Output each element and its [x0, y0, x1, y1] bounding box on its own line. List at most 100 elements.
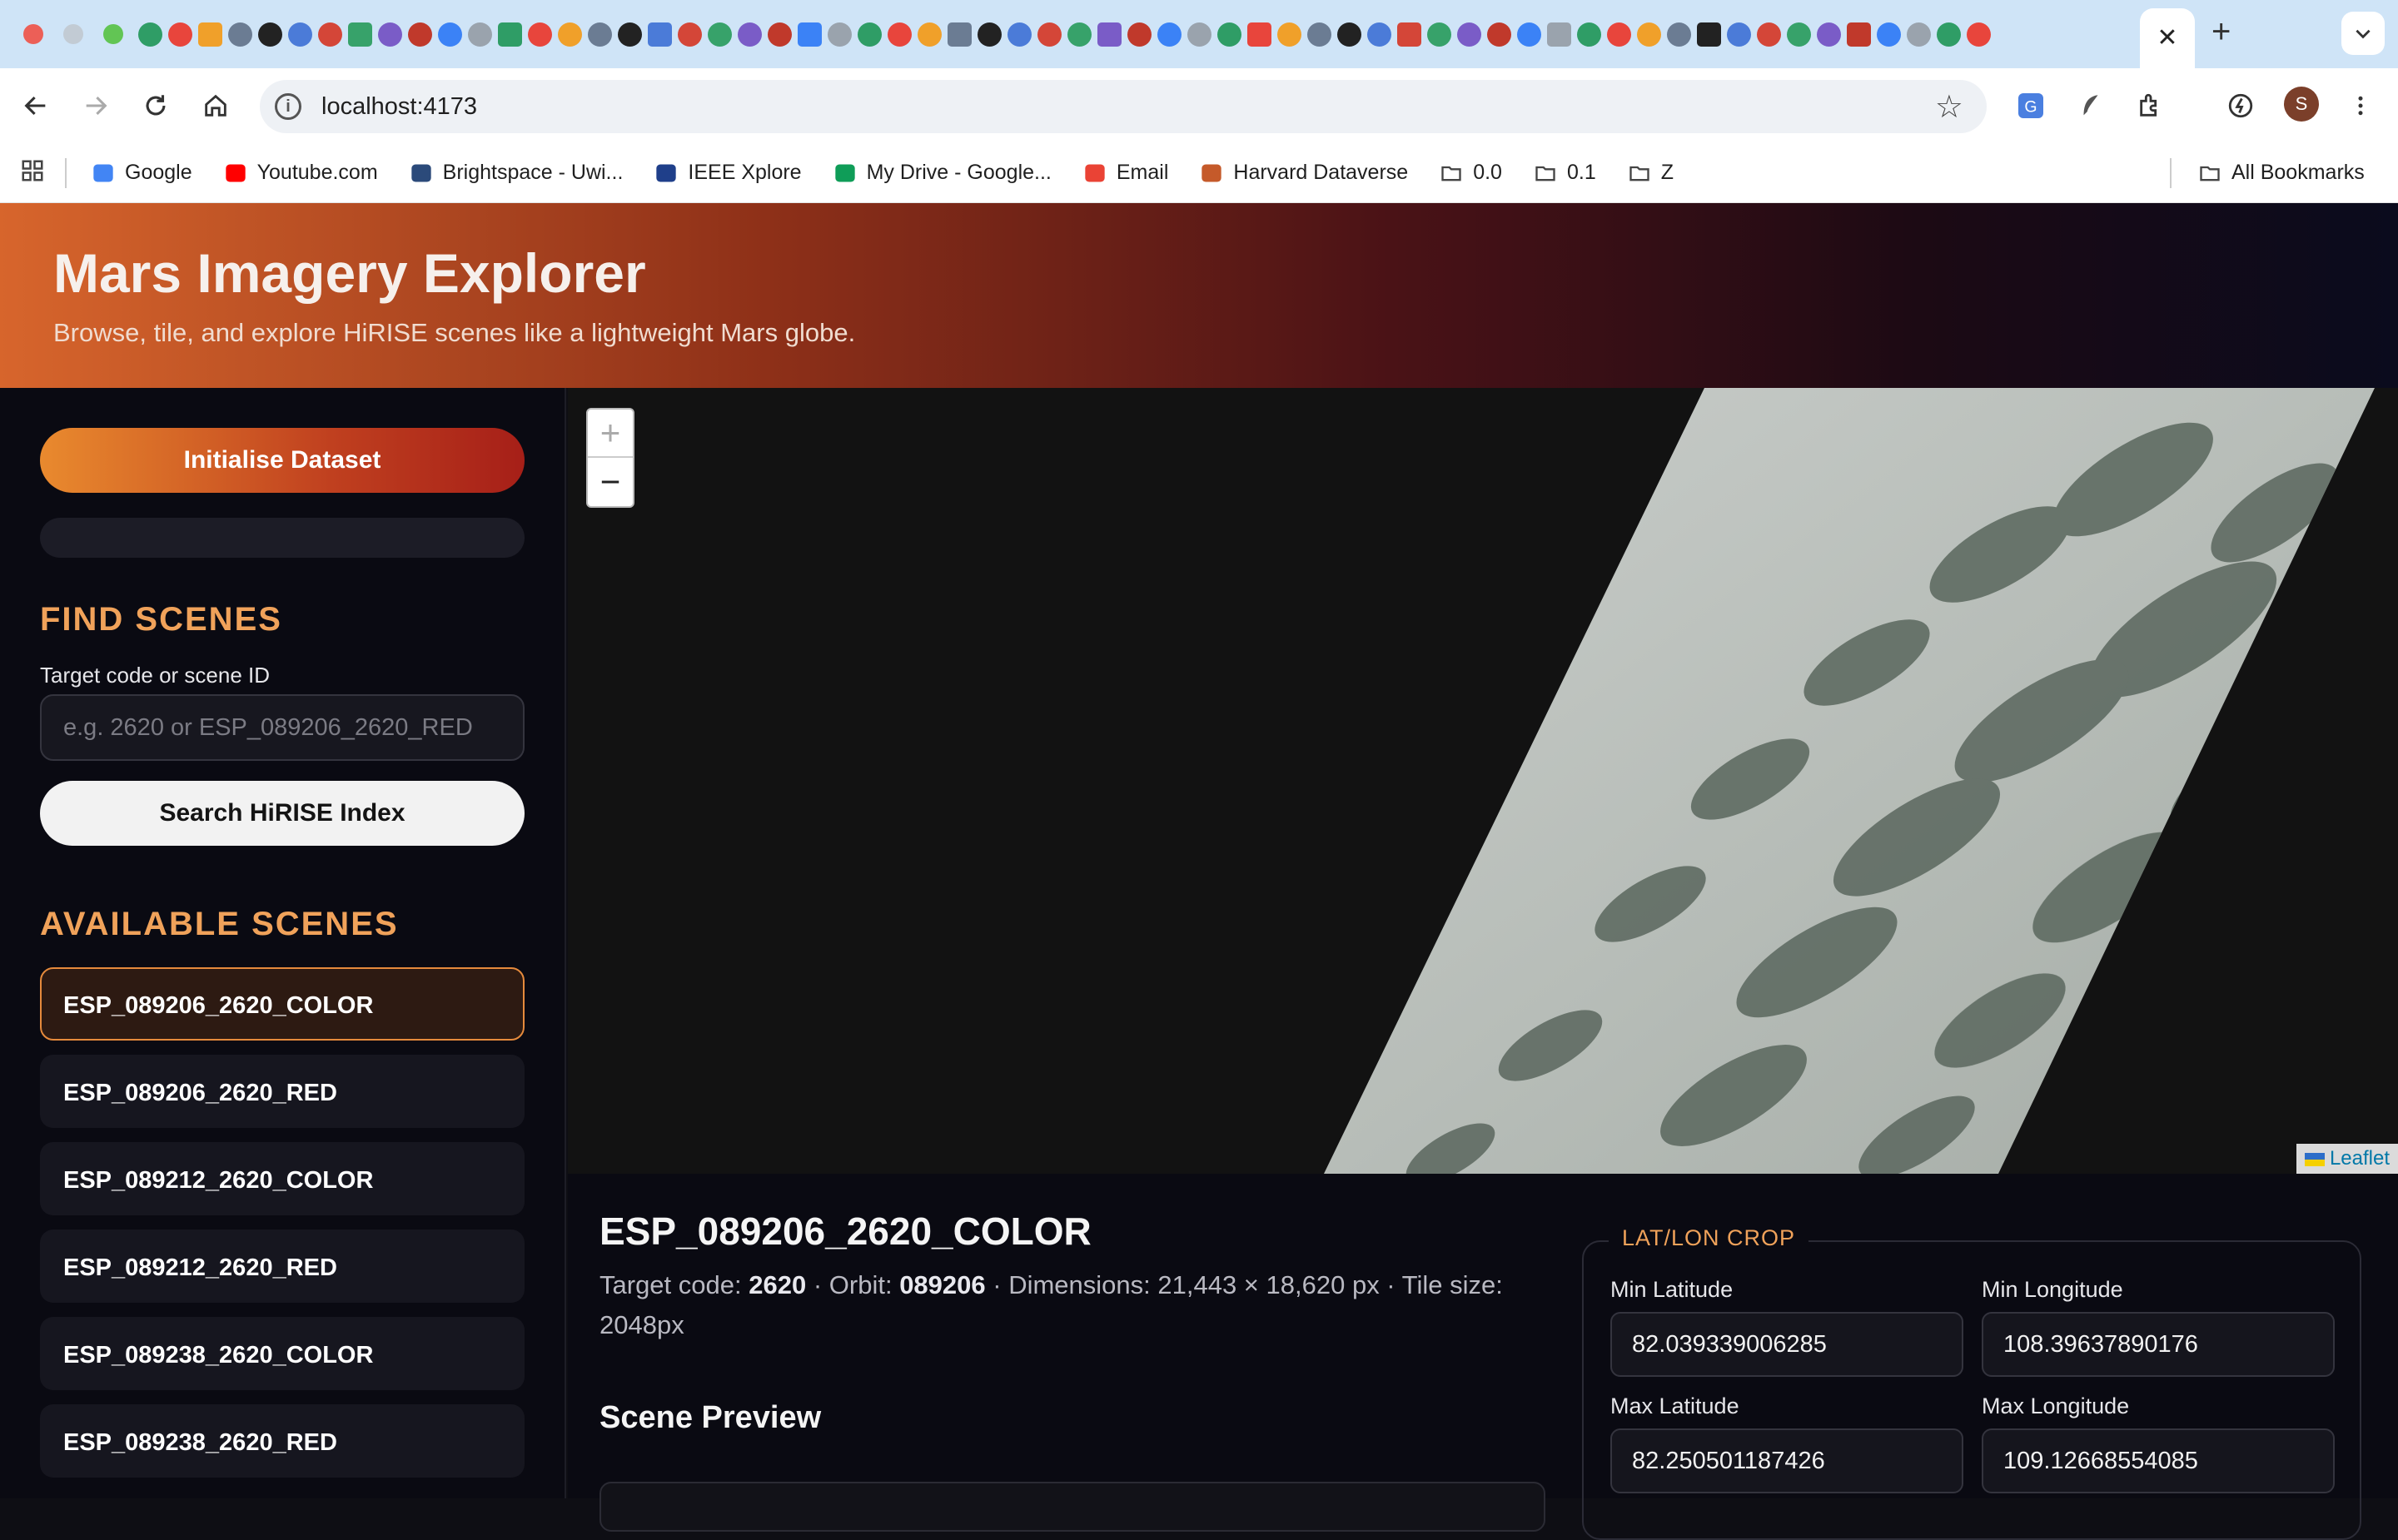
tab-search-button[interactable]	[2341, 12, 2385, 55]
max-latitude-input[interactable]: 82.250501187426	[1610, 1428, 1963, 1493]
pinned-tab-favicon-icon[interactable]	[1667, 22, 1691, 47]
pinned-tab-favicon-icon[interactable]	[1307, 22, 1331, 47]
feather-extension-icon[interactable]	[2072, 87, 2110, 125]
extensions-puzzle-icon[interactable]	[2132, 87, 2170, 125]
leaflet-link[interactable]: Leaflet	[2330, 1147, 2390, 1170]
scene-list-item[interactable]: ESP_089238_2620_RED	[40, 1404, 525, 1478]
site-info-icon[interactable]: i	[275, 93, 301, 120]
bookmark-item[interactable]: My Drive - Google...	[833, 161, 1052, 185]
performance-icon[interactable]	[2221, 87, 2260, 125]
pinned-tab-favicon-icon[interactable]	[408, 22, 432, 47]
pinned-tab-favicon-icon[interactable]	[1007, 22, 1032, 47]
pinned-tab-favicon-icon[interactable]	[768, 22, 792, 47]
reload-button[interactable]	[137, 87, 175, 125]
pinned-tab-favicon-icon[interactable]	[1217, 22, 1241, 47]
bookmark-item[interactable]: Z	[1628, 161, 1674, 185]
pinned-tab-favicon-icon[interactable]	[1547, 22, 1571, 47]
pinned-tab-favicon-icon[interactable]	[978, 22, 1002, 47]
forward-button[interactable]	[77, 87, 115, 125]
pinned-tab-favicon-icon[interactable]	[1037, 22, 1062, 47]
pinned-tab-favicon-icon[interactable]	[858, 22, 882, 47]
pinned-tab-favicon-icon[interactable]	[738, 22, 762, 47]
address-bar[interactable]: i localhost:4173 ☆	[260, 80, 1987, 133]
pinned-tab-favicon-icon[interactable]	[1097, 22, 1122, 47]
pinned-tab-favicon-icon[interactable]	[588, 22, 612, 47]
pinned-tab-favicon-icon[interactable]	[888, 22, 912, 47]
map-attribution[interactable]: Leaflet	[2296, 1144, 2398, 1174]
pinned-tab-favicon-icon[interactable]	[1067, 22, 1092, 47]
apps-grid-icon[interactable]	[20, 158, 45, 187]
pinned-tab-favicon-icon[interactable]	[378, 22, 402, 47]
pinned-tab-favicon-icon[interactable]	[1517, 22, 1541, 47]
zoom-in-button[interactable]: +	[588, 410, 633, 458]
pinned-tab-favicon-icon[interactable]	[468, 22, 492, 47]
pinned-tab-favicon-icon[interactable]	[1577, 22, 1601, 47]
active-tab[interactable]: ✕	[2140, 8, 2195, 68]
home-button[interactable]	[197, 87, 235, 125]
browser-menu-icon[interactable]	[2341, 87, 2380, 125]
bookmark-item[interactable]: Youtube.com	[224, 161, 378, 185]
back-button[interactable]	[17, 87, 55, 125]
scene-search-input[interactable]	[40, 694, 525, 761]
pinned-tab-favicon-icon[interactable]	[1157, 22, 1182, 47]
profile-avatar[interactable]: S	[2284, 87, 2319, 122]
zoom-window-button[interactable]	[103, 24, 123, 44]
pinned-tab-favicon-icon[interactable]	[1787, 22, 1811, 47]
google-translate-icon[interactable]: G	[2012, 87, 2050, 125]
all-bookmarks-button[interactable]: All Bookmarks	[2198, 161, 2365, 185]
pinned-tab-favicon-icon[interactable]	[1127, 22, 1152, 47]
map-viewer[interactable]: + − Leaflet	[568, 388, 2398, 1174]
pinned-tab-favicon-icon[interactable]	[1607, 22, 1631, 47]
min-latitude-input[interactable]: 82.039339006285	[1610, 1312, 1963, 1377]
pinned-tab-favicon-icon[interactable]	[1817, 22, 1841, 47]
bookmark-item[interactable]: Email	[1083, 161, 1168, 185]
scene-list-item[interactable]: ESP_089206_2620_RED	[40, 1055, 525, 1128]
pinned-tab-favicon-icon[interactable]	[138, 22, 162, 47]
pinned-tab-favicon-icon[interactable]	[1937, 22, 1961, 47]
bookmark-item[interactable]: 0.0	[1440, 161, 1502, 185]
pinned-tab-favicon-icon[interactable]	[1727, 22, 1751, 47]
pinned-tab-favicon-icon[interactable]	[198, 22, 222, 47]
min-longitude-input[interactable]: 108.39637890176	[1982, 1312, 2335, 1377]
pinned-tab-favicon-icon[interactable]	[1427, 22, 1451, 47]
bookmark-item[interactable]: Brightspace - Uwi...	[410, 161, 623, 185]
pinned-tab-favicon-icon[interactable]	[948, 22, 972, 47]
initialise-dataset-button[interactable]: Initialise Dataset	[40, 428, 525, 493]
search-hirise-button[interactable]: Search HiRISE Index	[40, 781, 525, 846]
bookmark-item[interactable]: Google	[92, 161, 192, 185]
max-longitude-input[interactable]: 109.12668554085	[1982, 1428, 2335, 1493]
pinned-tab-favicon-icon[interactable]	[348, 22, 372, 47]
hirise-scene-tile[interactable]	[568, 388, 2398, 1174]
pinned-tab-favicon-icon[interactable]	[1757, 22, 1781, 47]
pinned-tab-favicon-icon[interactable]	[318, 22, 342, 47]
pinned-tab-favicon-icon[interactable]	[1397, 22, 1421, 47]
pinned-tab-favicon-icon[interactable]	[1907, 22, 1931, 47]
pinned-tab-favicon-icon[interactable]	[708, 22, 732, 47]
scene-list-item[interactable]: ESP_089238_2620_COLOR	[40, 1317, 525, 1390]
pinned-tab-favicon-icon[interactable]	[228, 22, 252, 47]
pinned-tab-favicon-icon[interactable]	[1337, 22, 1361, 47]
pinned-tab-favicon-icon[interactable]	[1637, 22, 1661, 47]
pinned-tab-favicon-icon[interactable]	[1487, 22, 1511, 47]
pinned-tab-favicon-icon[interactable]	[918, 22, 942, 47]
pinned-tab-favicon-icon[interactable]	[168, 22, 192, 47]
pinned-tab-favicon-icon[interactable]	[1247, 22, 1271, 47]
pinned-tab-favicon-icon[interactable]	[1847, 22, 1871, 47]
pinned-tab-favicon-icon[interactable]	[1877, 22, 1901, 47]
pinned-tab-favicon-icon[interactable]	[1187, 22, 1211, 47]
pinned-tab-favicon-icon[interactable]	[288, 22, 312, 47]
close-tab-icon[interactable]: ✕	[2157, 26, 2177, 51]
pinned-tab-favicon-icon[interactable]	[438, 22, 462, 47]
pinned-tab-favicon-icon[interactable]	[258, 22, 282, 47]
scene-list-item[interactable]: ESP_089212_2620_RED	[40, 1230, 525, 1303]
bookmark-item[interactable]: 0.1	[1534, 161, 1596, 185]
pinned-tab-favicon-icon[interactable]	[558, 22, 582, 47]
pinned-tab-favicon-icon[interactable]	[678, 22, 702, 47]
minimize-window-button[interactable]	[63, 24, 83, 44]
pinned-tab-favicon-icon[interactable]	[1457, 22, 1481, 47]
bookmark-star-icon[interactable]: ☆	[1935, 88, 1963, 126]
close-window-button[interactable]	[23, 24, 43, 44]
pinned-tab-favicon-icon[interactable]	[828, 22, 852, 47]
pinned-tab-favicon-icon[interactable]	[1367, 22, 1391, 47]
scene-list-item[interactable]: ESP_089212_2620_COLOR	[40, 1142, 525, 1215]
